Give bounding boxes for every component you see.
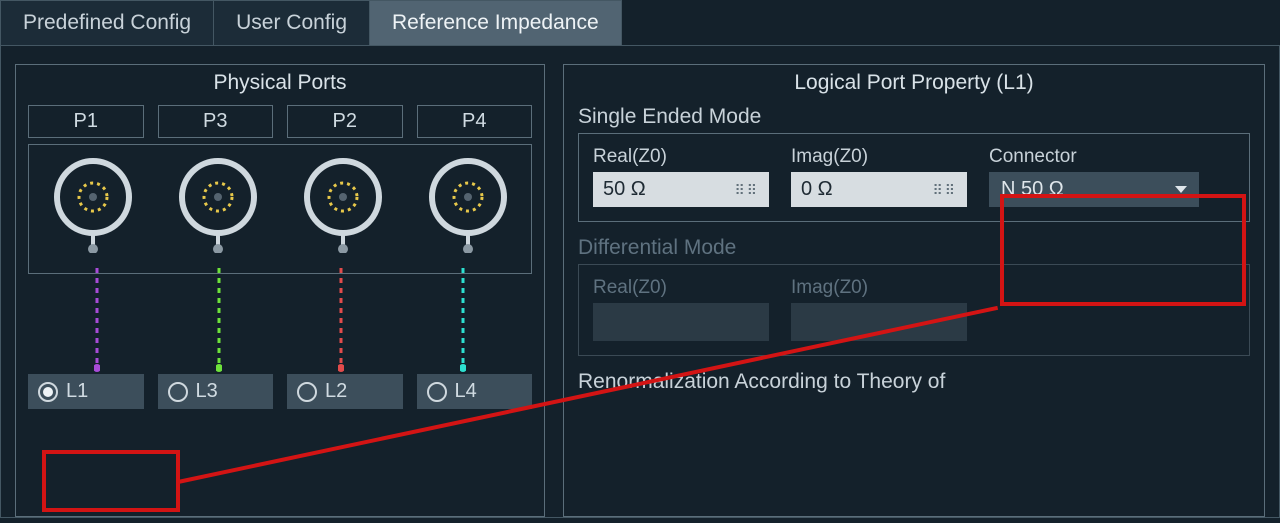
coax-icon[interactable] — [173, 157, 263, 253]
imag-z0-label: Imag(Z0) — [791, 146, 967, 168]
logical-port-property-panel: Logical Port Property (L1) Single Ended … — [563, 64, 1265, 517]
logical-port-label: L3 — [196, 380, 218, 403]
tab-bar: Predefined Config User Config Reference … — [0, 0, 622, 45]
connector-label: Connector — [989, 146, 1199, 168]
page-body: Physical Ports P1 P3 P2 P4 — [0, 45, 1280, 518]
logical-port-l2[interactable]: L2 — [287, 374, 403, 409]
port-header-p2: P2 — [287, 105, 403, 138]
logical-port-l1[interactable]: L1 — [28, 374, 144, 409]
port-header-p4: P4 — [417, 105, 533, 138]
diff-real-z0-label: Real(Z0) — [593, 277, 769, 299]
logical-port-l4[interactable]: L4 — [417, 374, 533, 409]
keypad-icon: ⠿⠿ — [932, 187, 957, 193]
renormalization-label: Renormalization According to Theory of — [578, 370, 1264, 394]
imag-z0-input[interactable]: 0 Ω ⠿⠿ — [791, 172, 967, 207]
logical-port-label: L4 — [455, 380, 477, 403]
radio-icon — [297, 382, 317, 402]
differential-mode-label: Differential Mode — [578, 236, 1264, 260]
radio-icon — [168, 382, 188, 402]
coax-icon[interactable] — [48, 157, 138, 253]
diff-imag-z0-input — [791, 303, 967, 341]
chevron-down-icon — [1175, 186, 1187, 193]
single-ended-label: Single Ended Mode — [578, 105, 1264, 129]
logical-port-label: L2 — [325, 380, 347, 403]
keypad-icon: ⠿⠿ — [734, 187, 759, 193]
coax-icon[interactable] — [298, 157, 388, 253]
port-header-p1: P1 — [28, 105, 144, 138]
radio-icon — [38, 382, 58, 402]
single-ended-group: Real(Z0) 50 Ω ⠿⠿ Imag(Z0) 0 Ω ⠿⠿ Connect… — [578, 133, 1250, 222]
property-panel-title: Logical Port Property (L1) — [564, 65, 1264, 101]
differential-mode-group: Real(Z0) Imag(Z0) — [578, 264, 1250, 356]
real-z0-label: Real(Z0) — [593, 146, 769, 168]
physical-ports-title: Physical Ports — [16, 65, 544, 101]
port-connectors-box — [28, 144, 532, 274]
coax-icon[interactable] — [423, 157, 513, 253]
port-header-p3: P3 — [158, 105, 274, 138]
physical-ports-panel: Physical Ports P1 P3 P2 P4 — [15, 64, 545, 517]
connector-dropdown[interactable]: N 50 Ω — [989, 172, 1199, 207]
diff-real-z0-input — [593, 303, 769, 341]
tab-predefined-config[interactable]: Predefined Config — [1, 1, 214, 45]
radio-icon — [427, 382, 447, 402]
diff-imag-z0-label: Imag(Z0) — [791, 277, 967, 299]
logical-port-label: L1 — [66, 380, 88, 403]
logical-port-l3[interactable]: L3 — [158, 374, 274, 409]
tab-user-config[interactable]: User Config — [214, 1, 370, 45]
port-link-lines — [36, 268, 524, 374]
tab-reference-impedance[interactable]: Reference Impedance — [370, 1, 621, 45]
real-z0-input[interactable]: 50 Ω ⠿⠿ — [593, 172, 769, 207]
